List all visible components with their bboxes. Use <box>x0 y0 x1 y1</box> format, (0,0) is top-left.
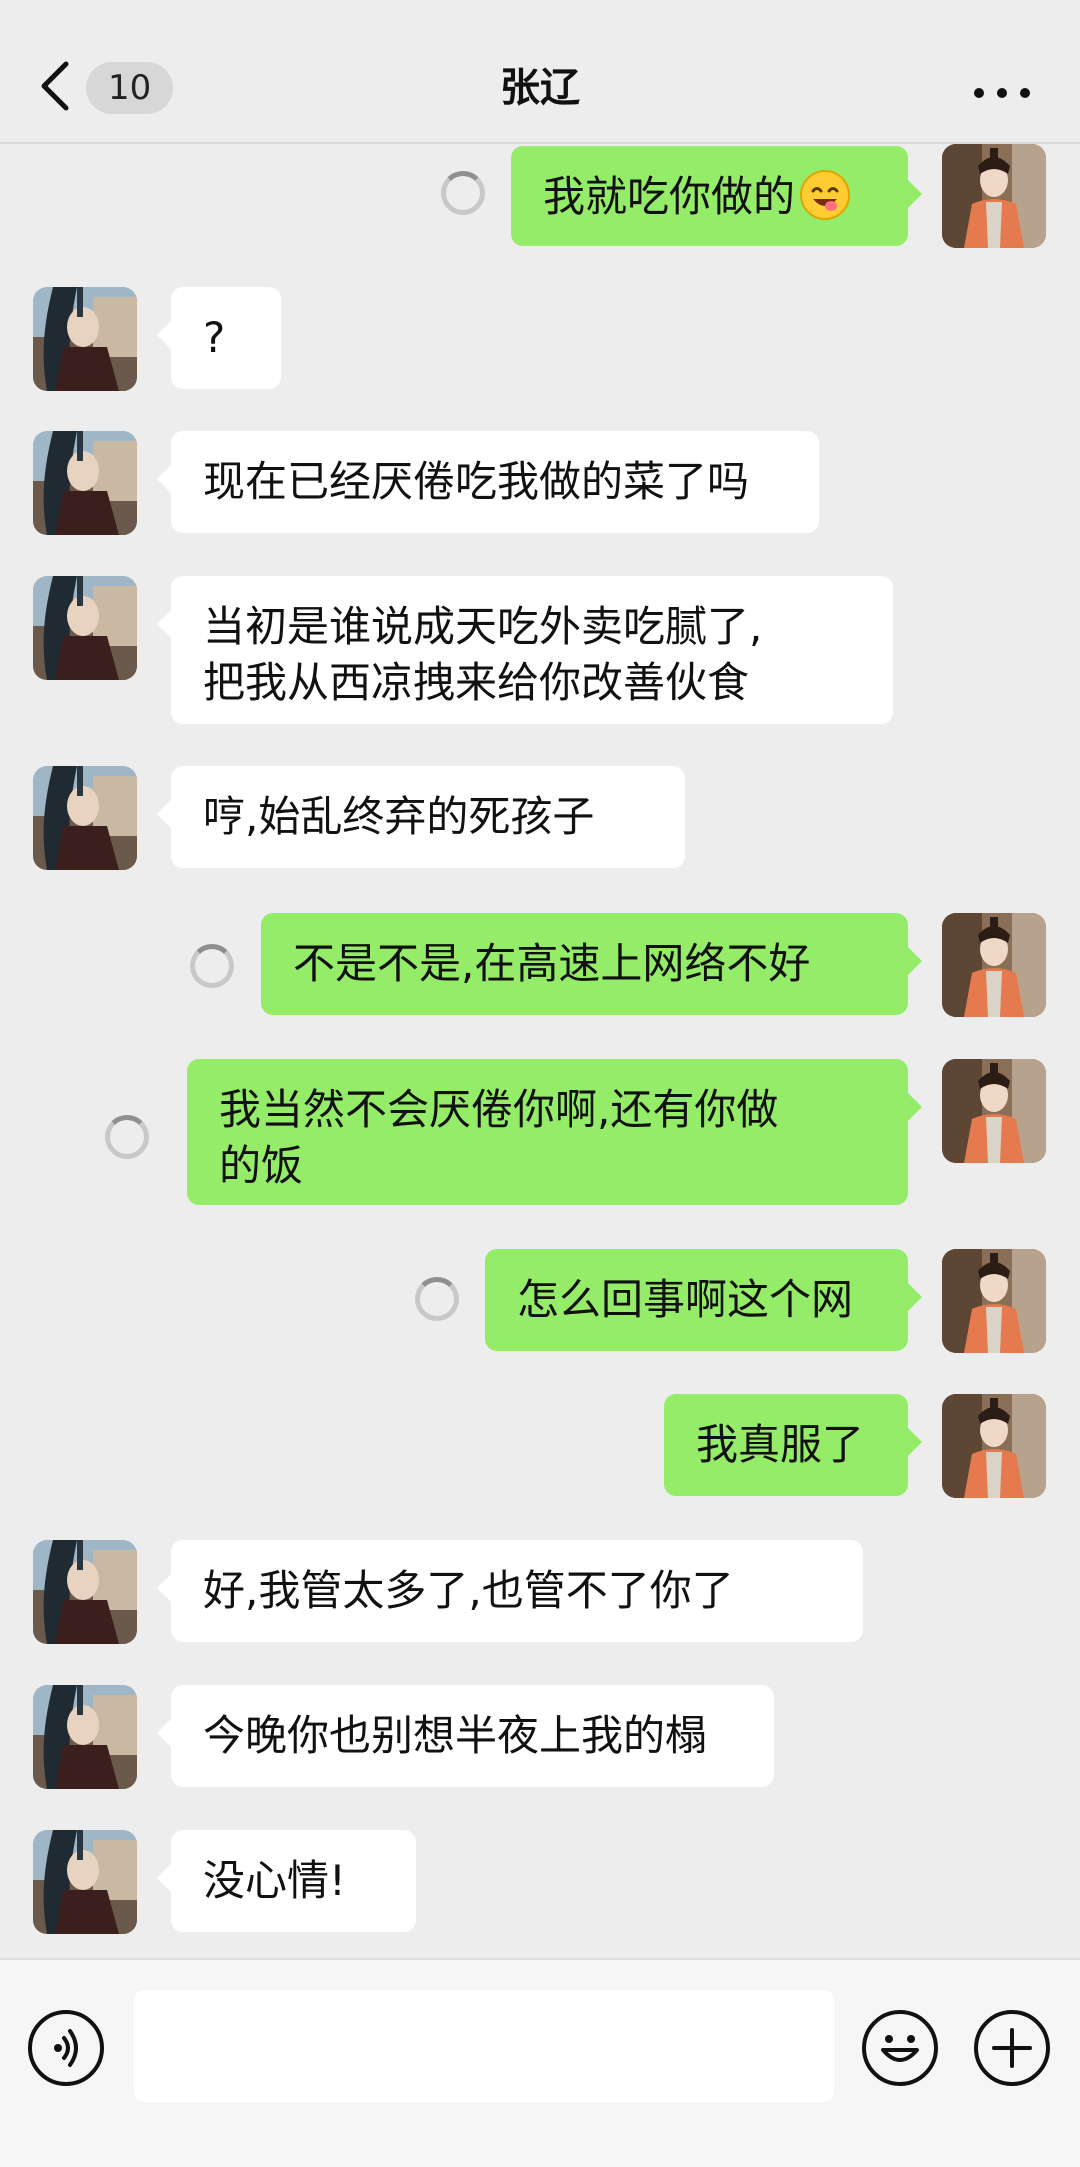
message-text: 好,我管太多了,也管不了你了 <box>203 1566 734 1615</box>
sent-message-bubble[interactable]: 我当然不会厌倦你啊,还有你做 的饭 <box>187 1059 922 1205</box>
message-input[interactable] <box>134 1990 834 2102</box>
sent-message-bubble[interactable]: 怎么回事啊这个网 <box>485 1249 922 1351</box>
my-avatar[interactable] <box>942 1249 1046 1353</box>
contact-avatar[interactable] <box>33 431 137 535</box>
contact-avatar[interactable] <box>33 1830 137 1934</box>
received-message-bubble[interactable]: 当初是谁说成天吃外卖吃腻了, 把我从西凉拽来给你改善伙食 <box>157 576 893 724</box>
contact-avatar[interactable] <box>33 1540 137 1644</box>
received-message-bubble[interactable]: 哼,始乱终弃的死孩子 <box>157 766 685 868</box>
received-message-bubble[interactable]: 没心情! <box>157 1830 416 1932</box>
message-text-line: 我当然不会厌倦你啊,还有你做 <box>219 1085 779 1134</box>
my-avatar[interactable] <box>942 1059 1046 1163</box>
message-text: ? <box>203 313 226 362</box>
contact-avatar[interactable] <box>33 576 137 680</box>
contact-avatar[interactable] <box>33 766 137 870</box>
more-dots-icon[interactable] <box>974 88 1030 100</box>
my-avatar[interactable] <box>942 144 1046 248</box>
message-text: 现在已经厌倦吃我做的菜了吗 <box>203 457 750 506</box>
yum-face-emoji <box>800 170 851 220</box>
sent-message-bubble[interactable]: 我就吃你做的 <box>511 146 922 246</box>
message-text: 我就吃你做的 <box>543 172 796 221</box>
my-avatar[interactable] <box>942 913 1046 1017</box>
message-text: 怎么回事啊这个网 <box>517 1275 854 1324</box>
sending-spinner-icon <box>415 1277 459 1321</box>
chat-header: 10 张辽 <box>0 0 1080 144</box>
contact-avatar[interactable] <box>33 287 137 391</box>
received-message-bubble[interactable]: 好,我管太多了,也管不了你了 <box>157 1540 863 1642</box>
plus-icon[interactable] <box>974 2010 1050 2086</box>
message-text: 不是不是,在高速上网络不好 <box>293 939 811 988</box>
sent-message-bubble[interactable]: 我真服了 <box>664 1394 922 1496</box>
chat-title: 张辽 <box>500 65 580 111</box>
message-text: 今晚你也别想半夜上我的榻 <box>203 1711 708 1760</box>
input-toolbar <box>0 1958 1080 2167</box>
received-message-bubble[interactable]: 今晚你也别想半夜上我的榻 <box>157 1685 774 1787</box>
received-message-bubble[interactable]: ? <box>157 287 281 389</box>
sending-spinner-icon <box>190 944 234 988</box>
message-text-line: 把我从西凉拽来给你改善伙食 <box>203 658 750 707</box>
message-text: 没心情! <box>203 1856 346 1905</box>
smiley-icon[interactable] <box>862 2010 938 2086</box>
message-text-line: 当初是谁说成天吃外卖吃腻了, <box>203 602 763 651</box>
my-avatar[interactable] <box>942 1394 1046 1498</box>
sent-message-bubble[interactable]: 不是不是,在高速上网络不好 <box>261 913 922 1015</box>
voice-icon[interactable] <box>28 2010 104 2086</box>
sending-spinner-icon <box>441 171 485 215</box>
sending-spinner-icon <box>105 1115 149 1159</box>
message-text: 哼,始乱终弃的死孩子 <box>203 792 595 841</box>
received-message-bubble[interactable]: 现在已经厌倦吃我做的菜了吗 <box>157 431 819 533</box>
message-text: 我真服了 <box>696 1420 865 1469</box>
message-text-line: 的饭 <box>219 1141 304 1190</box>
contact-avatar[interactable] <box>33 1685 137 1789</box>
